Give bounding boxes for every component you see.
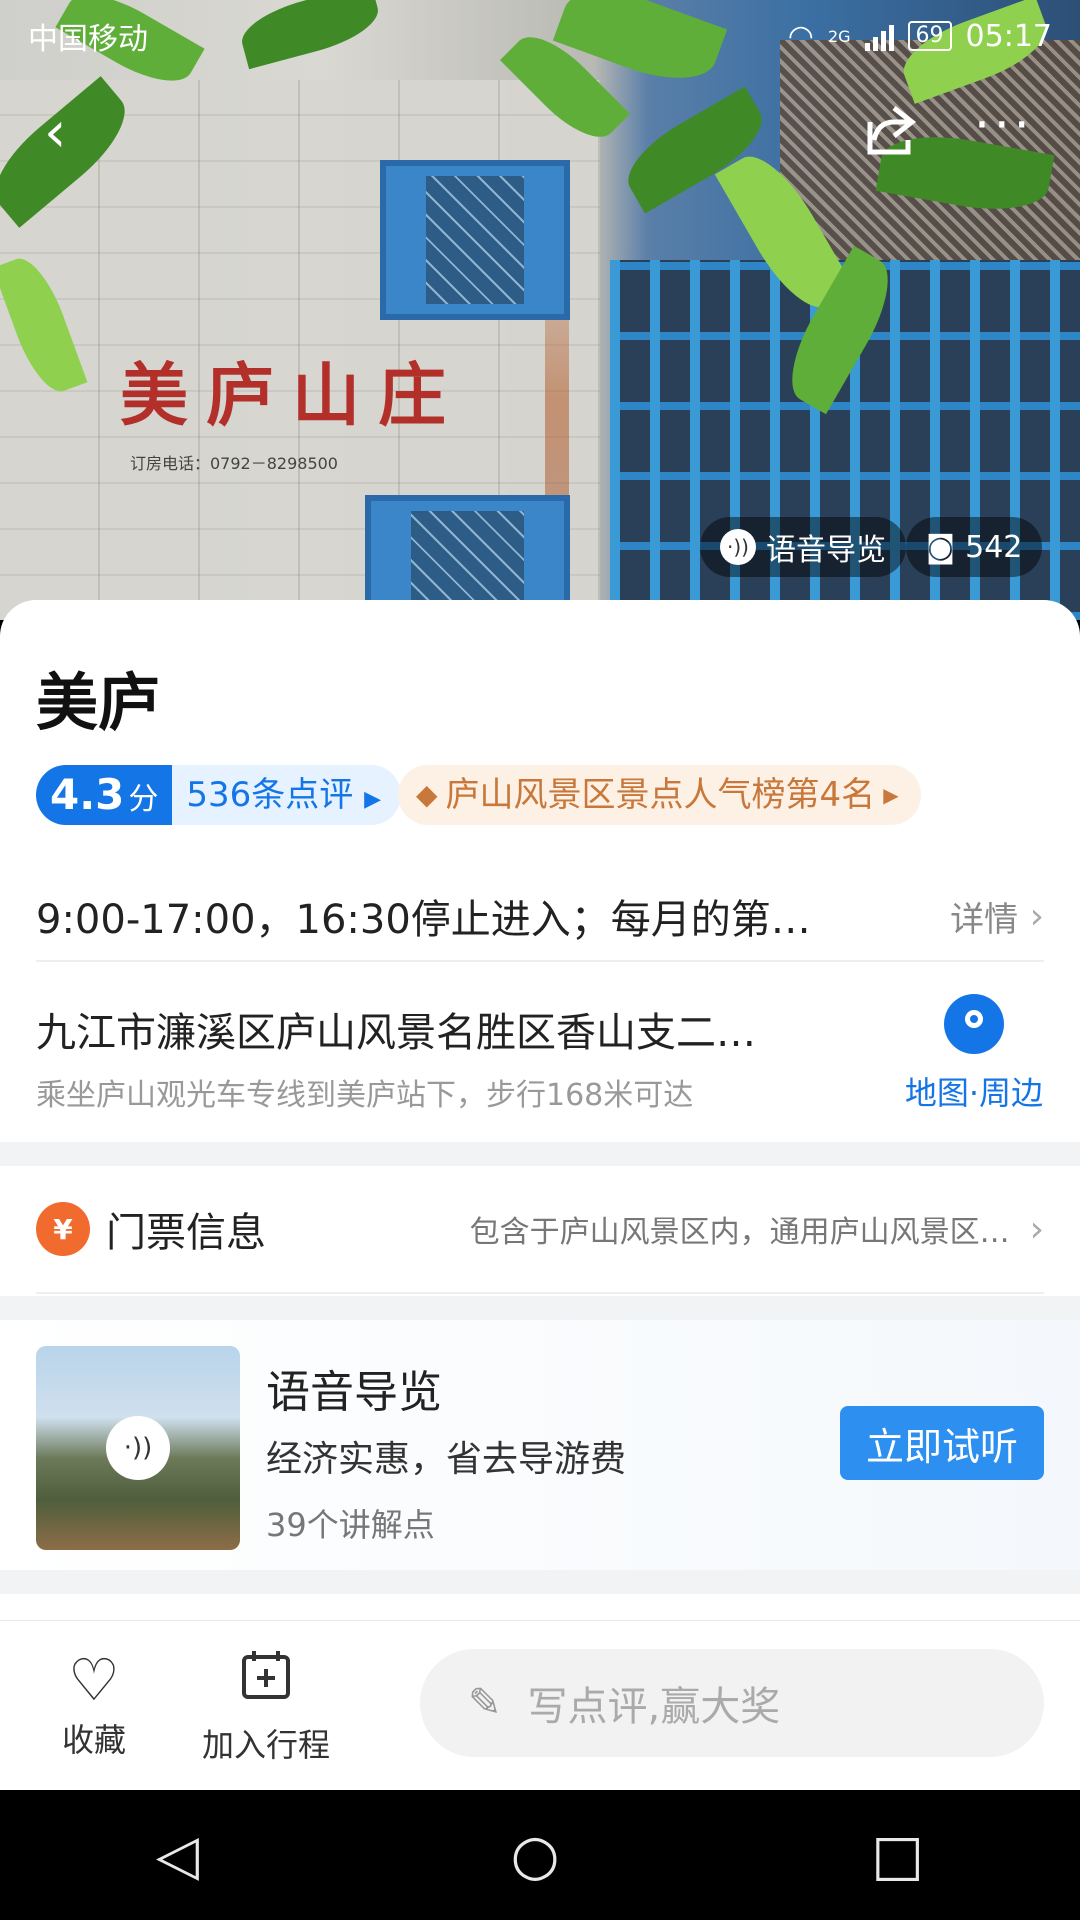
photo-count-chip[interactable]: ◙ 542 (906, 517, 1043, 577)
ranking-label: 庐山风景区景点人气榜第4名 (445, 775, 876, 815)
ranking-badge[interactable]: ◆ 庐山风景区景点人气榜第4名 ▶ (398, 765, 921, 825)
wifi-icon: ◠ (787, 18, 814, 54)
opening-hours-row[interactable]: 9:00-17:00，16:30停止进入；每月的第… 详情 › (36, 872, 1044, 962)
address: 九江市濂溪区庐山风景名胜区香山支二… (36, 1010, 756, 1056)
ticket-desc: 包含于庐山风景区内，通用庐山风景区… (469, 1215, 1010, 1250)
address-row[interactable]: 九江市濂溪区庐山风景名胜区香山支二… 乘坐庐山观光车专线到美庐站下，步行168米… (36, 970, 1080, 1140)
more-dots-icon: ··· (974, 96, 1034, 154)
audio-guide-chip[interactable]: ·)) 语音导览 (700, 517, 906, 577)
review-count: 536条点评 (186, 775, 354, 815)
share-icon (867, 106, 917, 155)
audio-play-icon: ·)) (106, 1416, 170, 1480)
rating-badge[interactable]: 4.3 分 536条点评 ▶ (36, 765, 402, 825)
back-button[interactable]: ‹ (44, 100, 66, 165)
location-pin-icon (944, 994, 1004, 1054)
audio-guide-card[interactable]: ·)) 语音导览 经济实惠，省去导游费 39个讲解点 立即试听 (0, 1320, 1080, 1570)
poi-detail-card: 美庐 4.3 分 536条点评 ▶ ◆ 庐山风景区景点人气榜第4名 ▶ 9:00… (0, 600, 1080, 1790)
map-nearby-button[interactable]: 地图·周边 (904, 994, 1044, 1114)
add-itinerary-button[interactable]: 加入行程 (202, 1645, 330, 1766)
hero-sign: 美庐山庄 (120, 356, 465, 436)
ticket-label: 门票信息 (106, 1210, 266, 1256)
signal-icon (864, 21, 894, 51)
heart-plus-icon: ♡ (68, 1646, 120, 1714)
rating-score: 4.3 (50, 770, 125, 819)
rating-unit: 分 (128, 782, 159, 817)
bottom-action-bar: ♡ 收藏 加入行程 ✎ 写点评,赢大奖 (0, 1620, 1080, 1790)
diamond-icon: ◆ (416, 778, 438, 811)
audio-guide-subtitle: 经济实惠，省去导游费 (266, 1439, 627, 1480)
share-button[interactable] (860, 100, 920, 174)
nav-home-icon[interactable]: ○ (511, 1823, 560, 1888)
hours-detail-link[interactable]: 详情 (950, 892, 1018, 941)
poi-title: 美庐 (36, 666, 161, 739)
calendar-add-icon (202, 1645, 330, 1720)
camera-icon: ◙ (926, 529, 956, 565)
favorite-button[interactable]: ♡ 收藏 (62, 1645, 126, 1761)
nav-back-icon[interactable]: ◁ (156, 1823, 199, 1888)
section-divider (0, 1142, 1080, 1166)
battery-icon: 69 (907, 21, 952, 51)
system-navigation-bar: ◁ ○ □ (0, 1790, 1080, 1920)
pencil-icon: ✎ (468, 1680, 502, 1726)
carrier-name: 中国移动 (28, 22, 148, 57)
section-divider (0, 1570, 1080, 1594)
hero-sign-phone: 订房电话：0792－8298500 (130, 454, 338, 473)
try-listen-button[interactable]: 立即试听 (840, 1406, 1044, 1480)
caret-right-icon: ▶ (364, 787, 382, 812)
map-nearby-label: 地图·周边 (904, 1074, 1044, 1112)
hero-window-upper (380, 160, 570, 320)
chevron-right-icon: › (1029, 1208, 1044, 1250)
audio-guide-title: 语音导览 (266, 1367, 442, 1418)
audio-guide-chip-label: 语音导览 (766, 533, 886, 568)
nav-recents-icon[interactable]: □ (871, 1823, 924, 1888)
chevron-left-icon: ‹ (44, 100, 67, 165)
audio-guide-count: 39个讲解点 (266, 1506, 435, 1544)
clock: 05:17 (965, 18, 1052, 54)
photo-count: 542 (965, 529, 1023, 565)
ticket-icon: ¥ (36, 1202, 90, 1256)
caret-right-icon: ▶ (883, 783, 899, 807)
write-review-placeholder: 写点评,赢大奖 (527, 1684, 781, 1730)
audio-guide-thumbnail: ·)) (36, 1346, 240, 1550)
favorite-label: 收藏 (62, 1721, 127, 1759)
add-itinerary-label: 加入行程 (202, 1726, 331, 1764)
more-button[interactable]: ··· (974, 96, 1034, 154)
network-type: 2G (827, 26, 851, 46)
write-review-input[interactable]: ✎ 写点评,赢大奖 (420, 1649, 1044, 1757)
section-divider (0, 1296, 1080, 1320)
audio-icon: ·)) (720, 529, 756, 565)
status-bar: 中国移动 ◠ 2G 69 05:17 (0, 0, 1080, 72)
chevron-right-icon: › (1018, 895, 1044, 937)
transit-hint: 乘坐庐山观光车专线到美庐站下，步行168米可达 (36, 1078, 694, 1113)
ticket-info-row[interactable]: ¥ 门票信息 包含于庐山风景区内，通用庐山风景区… › (36, 1166, 1044, 1294)
opening-hours: 9:00-17:00，16:30停止进入；每月的第… (36, 897, 811, 943)
